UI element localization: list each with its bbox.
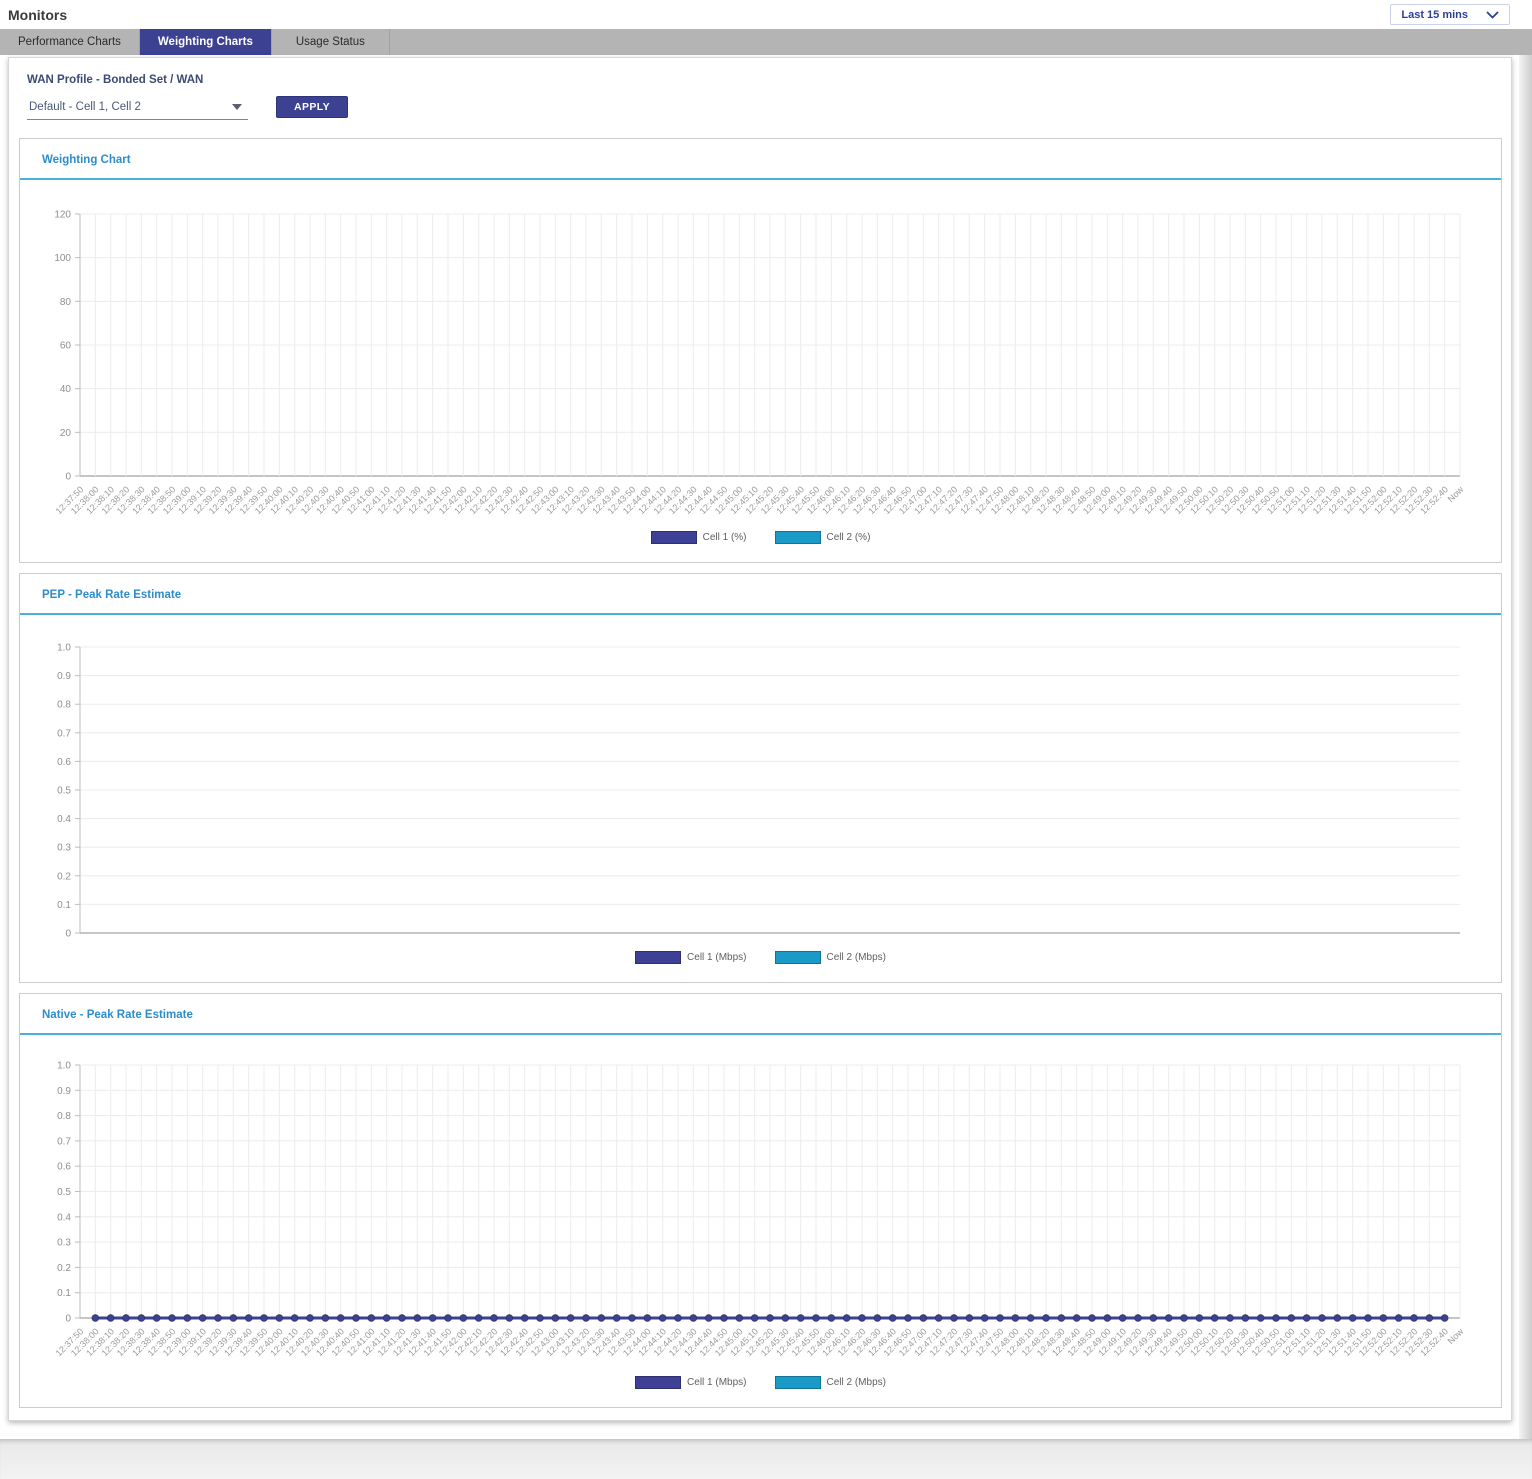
pep-peak-rate-title: PEP - Peak Rate Estimate: [42, 589, 181, 601]
page-bottom-area: [0, 1439, 1532, 1479]
svg-text:120: 120: [54, 210, 71, 221]
weighting-chart: 02040608010012012:37:5012:38:0012:38:101…: [20, 184, 1501, 529]
svg-text:0.7: 0.7: [57, 1136, 71, 1147]
svg-text:60: 60: [60, 341, 72, 352]
weighting-chart-canvas: 02040608010012012:37:5012:38:0012:38:101…: [20, 184, 1503, 529]
weighting-chart-panel-header: Weighting Chart: [20, 139, 1501, 180]
legend-swatch-icon: [775, 1376, 821, 1389]
native-peak-rate-body: 00.10.20.30.40.50.60.70.80.91.012:37:501…: [20, 1035, 1501, 1407]
legend-item-cell-2-mbps-[interactable]: Cell 2 (Mbps): [775, 1376, 886, 1389]
wan-profile-row: Default - Cell 1, Cell 2 APPLY: [27, 96, 1502, 120]
weighting-chart-body: 02040608010012012:37:5012:38:0012:38:101…: [20, 180, 1501, 562]
legend-label: Cell 1 (Mbps): [687, 1377, 746, 1388]
svg-text:0: 0: [65, 472, 71, 483]
wan-profile-select[interactable]: Default - Cell 1, Cell 2: [27, 98, 248, 120]
svg-text:0.2: 0.2: [57, 1263, 71, 1274]
svg-text:0.1: 0.1: [57, 900, 71, 911]
legend-item-cell-1-mbps-[interactable]: Cell 1 (Mbps): [635, 951, 746, 964]
page-title: Monitors: [8, 7, 67, 23]
svg-text:0.7: 0.7: [57, 728, 71, 739]
native-peak-rate-panel: Native - Peak Rate Estimate 0 0.1 0.2 0.3 0.…: [19, 993, 1502, 1408]
legend-label: Cell 1 (Mbps): [687, 952, 746, 963]
native-peak-rate-legend: Cell 1 (Mbps) Cell 2 (Mbps): [20, 1374, 1501, 1397]
svg-text:0.3: 0.3: [57, 843, 71, 854]
wan-profile-selected-value: Default - Cell 1, Cell 2: [29, 101, 141, 113]
svg-text:0.5: 0.5: [57, 786, 71, 797]
legend-item-cell-1-mbps-[interactable]: Cell 1 (Mbps): [635, 1376, 746, 1389]
legend-item-cell-2-[interactable]: Cell 2 (%): [775, 531, 871, 544]
svg-text:80: 80: [60, 297, 72, 308]
svg-text:Now: Now: [1446, 1326, 1466, 1346]
native-peak-rate-title: Native - Peak Rate Estimate: [42, 1009, 193, 1021]
dropdown-arrow-icon: [232, 104, 242, 110]
legend-label: Cell 1 (%): [703, 532, 747, 543]
tab-usage-status[interactable]: Usage Status: [272, 29, 390, 55]
apply-button[interactable]: APPLY: [276, 96, 348, 118]
wan-profile-label: WAN Profile - Bonded Set / WAN: [27, 74, 1502, 86]
legend-label: Cell 2 (%): [827, 532, 871, 543]
time-range-value: Last 15 mins: [1401, 9, 1468, 21]
native-chart-canvas: 00.10.20.30.40.50.60.70.80.91.012:37:501…: [20, 1039, 1503, 1374]
svg-text:0.8: 0.8: [57, 1111, 71, 1122]
svg-text:1.0: 1.0: [57, 1061, 71, 1072]
pep-peak-rate-legend: Cell 1 (Mbps) Cell 2 (Mbps): [20, 949, 1501, 972]
pep-peak-rate-panel-header: PEP - Peak Rate Estimate: [20, 574, 1501, 615]
native-peak-rate-chart: 00.10.20.30.40.50.60.70.80.91.012:37:501…: [20, 1039, 1501, 1374]
svg-text:0.2: 0.2: [57, 871, 71, 882]
svg-text:0.6: 0.6: [57, 757, 71, 768]
legend-swatch-icon: [651, 531, 697, 544]
svg-text:0.5: 0.5: [57, 1187, 71, 1198]
legend-swatch-icon: [775, 531, 821, 544]
pep-peak-rate-body: 0 0.1 0.2 0.3 0.4 0.5 0.6 0.7 0.8 0.9 1.0 Cell 1 (…: [20, 615, 1501, 982]
pep-chart-canvas: 0 0.1 0.2 0.3 0.4 0.5 0.6 0.7 0.8 0.9 1.0: [20, 619, 1503, 949]
svg-text:0.9: 0.9: [57, 1086, 71, 1097]
pep-peak-rate-chart: 0 0.1 0.2 0.3 0.4 0.5 0.6 0.7 0.8 0.9 1.0: [20, 619, 1501, 949]
legend-label: Cell 2 (Mbps): [827, 1377, 886, 1388]
svg-text:Now: Now: [1446, 484, 1466, 504]
svg-text:40: 40: [60, 384, 72, 395]
right-scroll-strip[interactable]: [1519, 55, 1532, 1479]
tab-performance-charts[interactable]: Performance Charts: [0, 29, 140, 55]
svg-text:0.4: 0.4: [57, 1212, 71, 1223]
tab-bar: Performance Charts Weighting Charts Usag…: [0, 29, 1532, 55]
time-range-select[interactable]: Last 15 mins: [1390, 4, 1510, 25]
weighting-chart-panel: Weighting Chart 02040608010012012:37:501…: [19, 138, 1502, 563]
tab-weighting-charts[interactable]: Weighting Charts: [140, 29, 272, 55]
legend-label: Cell 2 (Mbps): [827, 952, 886, 963]
svg-text:0.8: 0.8: [57, 700, 71, 711]
pep-peak-rate-panel: PEP - Peak Rate Estimate 0 0.1 0.2 0.3 0.4 0.…: [19, 573, 1502, 983]
content-card: WAN Profile - Bonded Set / WAN Default -…: [8, 57, 1512, 1421]
svg-text:0: 0: [65, 929, 71, 940]
native-peak-rate-panel-header: Native - Peak Rate Estimate: [20, 994, 1501, 1035]
weighting-chart-legend: Cell 1 (%) Cell 2 (%): [20, 529, 1501, 552]
legend-swatch-icon: [635, 1376, 681, 1389]
weighting-chart-title: Weighting Chart: [42, 154, 131, 166]
svg-text:1.0: 1.0: [57, 643, 71, 654]
svg-text:0.3: 0.3: [57, 1238, 71, 1249]
legend-item-cell-2-mbps-[interactable]: Cell 2 (Mbps): [775, 951, 886, 964]
page-header: Monitors Last 15 mins: [0, 0, 1532, 29]
legend-swatch-icon: [775, 951, 821, 964]
legend-swatch-icon: [635, 951, 681, 964]
legend-item-cell-1-[interactable]: Cell 1 (%): [651, 531, 747, 544]
chevron-down-icon: [1486, 11, 1499, 19]
svg-text:0.1: 0.1: [57, 1288, 71, 1299]
svg-text:0.6: 0.6: [57, 1162, 71, 1173]
svg-text:100: 100: [54, 253, 71, 264]
svg-text:20: 20: [60, 428, 72, 439]
svg-text:0.9: 0.9: [57, 671, 71, 682]
svg-text:0: 0: [65, 1314, 71, 1325]
svg-text:0.4: 0.4: [57, 814, 71, 825]
